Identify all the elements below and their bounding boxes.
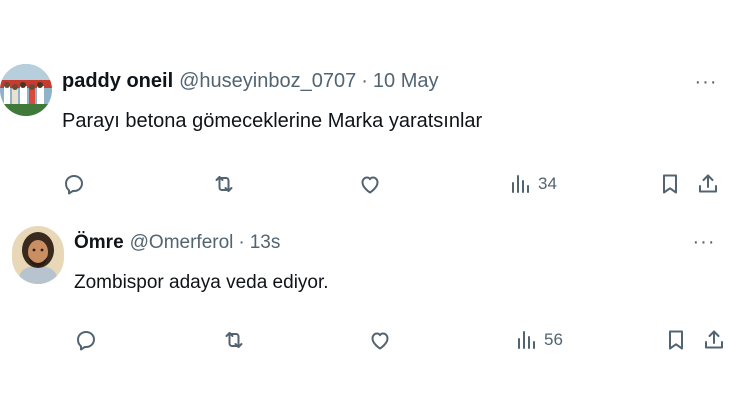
share-icon — [699, 174, 717, 193]
views-count: 34 — [538, 174, 557, 193]
like-button[interactable] — [368, 322, 392, 358]
user-handle[interactable]: @Omerferol — [130, 232, 234, 254]
tweet-feed: paddy oneil @huseyinboz_0707 · 10 May ··… — [0, 0, 730, 420]
tweet-actions: 34 — [0, 166, 730, 202]
views-button[interactable]: 56 — [514, 322, 563, 358]
like-button[interactable] — [358, 166, 382, 202]
tweet-header: Ömre @Omerferol · 13s — [74, 232, 280, 254]
bookmark-icon — [663, 174, 677, 194]
timestamp[interactable]: 13s — [250, 232, 281, 254]
share-button[interactable] — [696, 166, 720, 202]
tweet[interactable]: Ömre @Omerferol · 13s ··· Zombispor aday… — [0, 218, 730, 388]
separator: · — [361, 70, 368, 92]
share-button[interactable] — [702, 322, 726, 358]
tweet[interactable]: paddy oneil @huseyinboz_0707 · 10 May ··… — [0, 58, 730, 218]
tweet-header: paddy oneil @huseyinboz_0707 · 10 May — [62, 70, 439, 93]
share-icon — [705, 330, 723, 349]
views-icon — [518, 331, 535, 349]
reply-icon — [77, 331, 95, 351]
tweet-text: Zombispor adaya veda ediyor. — [74, 272, 329, 293]
retweet-button[interactable] — [222, 322, 246, 358]
display-name[interactable]: paddy oneil — [62, 70, 173, 93]
bookmark-button[interactable] — [658, 166, 682, 202]
like-icon — [371, 332, 389, 350]
bookmark-button[interactable] — [664, 322, 688, 358]
retweet-icon — [215, 176, 233, 192]
separator: · — [238, 232, 245, 253]
avatar[interactable] — [12, 226, 64, 284]
avatar[interactable] — [0, 64, 52, 116]
more-icon: ··· — [694, 70, 718, 93]
timestamp[interactable]: 10 May — [373, 70, 439, 93]
views-count: 56 — [544, 330, 563, 349]
retweet-button[interactable] — [212, 166, 236, 202]
bookmark-icon — [669, 330, 683, 350]
tweet-actions: 56 — [0, 322, 730, 358]
avatar-image — [12, 226, 64, 284]
views-button[interactable]: 34 — [508, 166, 557, 202]
like-icon — [361, 176, 379, 194]
user-handle[interactable]: @huseyinboz_0707 — [179, 70, 356, 93]
more-options-button[interactable]: ··· — [692, 70, 720, 93]
tweet-text: Parayı betona gömeceklerine Marka yarats… — [62, 110, 483, 132]
more-options-button[interactable]: ··· — [690, 230, 718, 253]
display-name[interactable]: Ömre — [74, 232, 124, 254]
reply-button[interactable] — [74, 322, 98, 358]
reply-icon — [65, 175, 83, 195]
avatar-image — [0, 64, 52, 116]
views-icon — [512, 175, 529, 193]
retweet-icon — [225, 332, 243, 348]
more-icon: ··· — [692, 230, 716, 253]
reply-button[interactable] — [62, 166, 86, 202]
